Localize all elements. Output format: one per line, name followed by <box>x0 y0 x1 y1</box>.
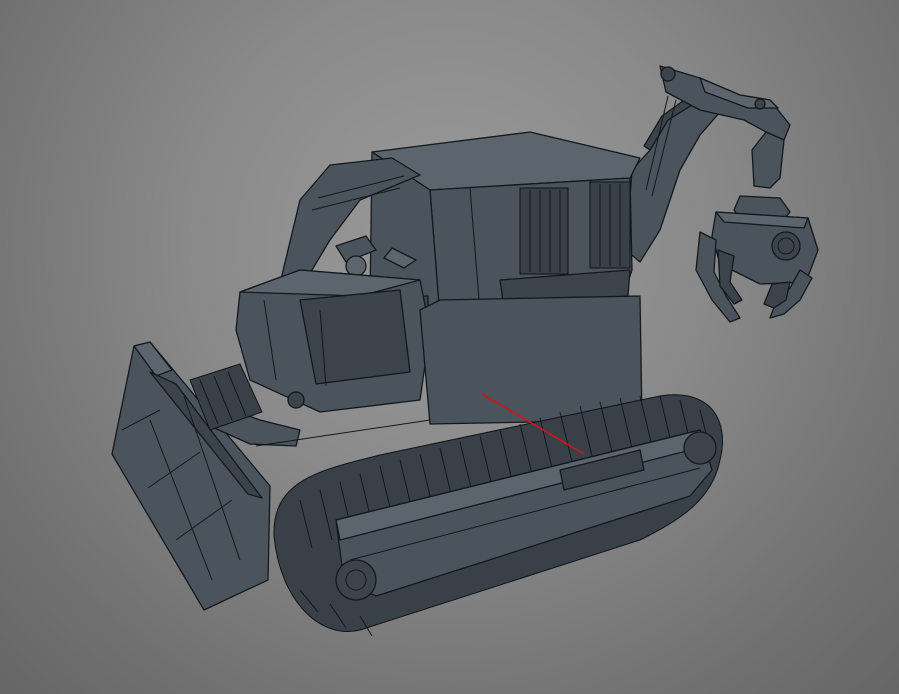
3d-viewport[interactable] <box>0 0 899 694</box>
grapple <box>695 195 819 323</box>
track-assembly <box>273 394 723 637</box>
forestry-crawler-model[interactable] <box>0 0 899 694</box>
